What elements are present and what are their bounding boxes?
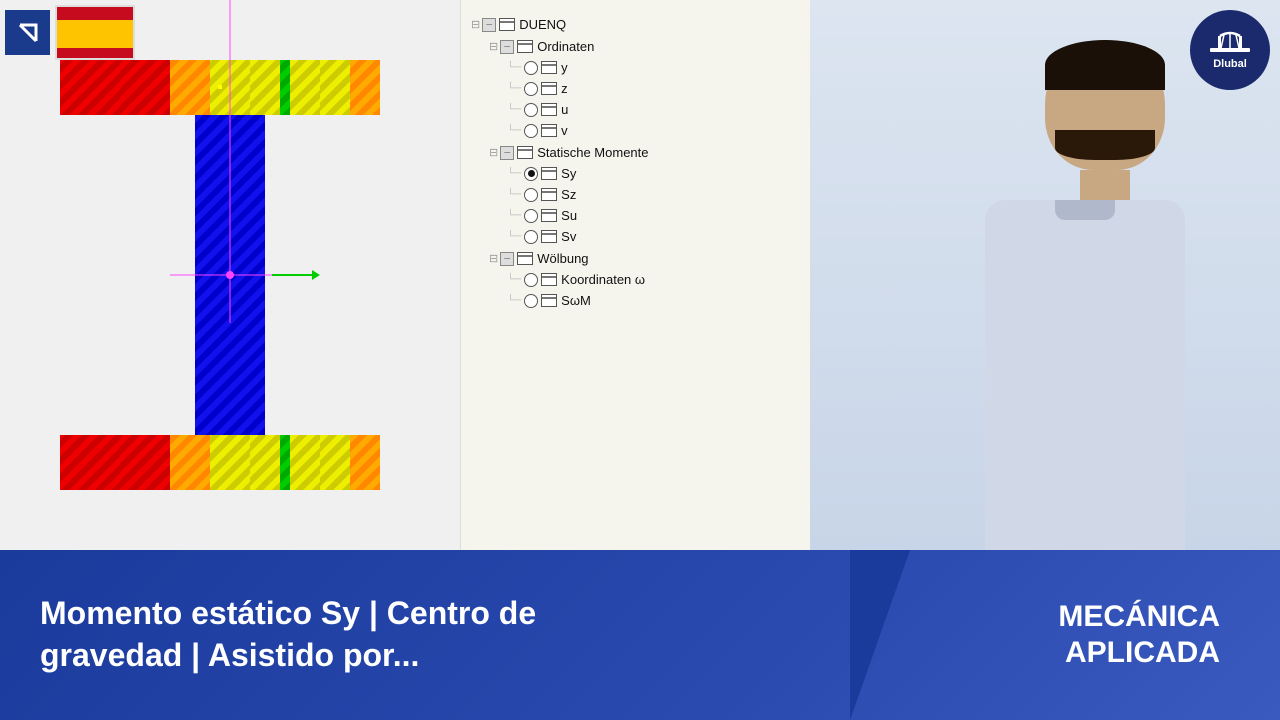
window-icon-duenq <box>499 18 515 31</box>
arrow-down-right-icon <box>14 19 42 47</box>
tree-item-y[interactable]: └─ y <box>471 58 800 77</box>
tree-item-som[interactable]: └─ SωM <box>471 291 800 310</box>
right-arrow <box>272 270 320 280</box>
tree-item-su[interactable]: └─ Su <box>471 206 800 225</box>
flange-seg-red-2 <box>120 60 170 115</box>
bottom-category: MECÁNICA APLICADA <box>1058 599 1220 671</box>
person-silhouette <box>985 40 1185 550</box>
label-y: y <box>561 60 568 75</box>
checkbox-wolbung[interactable]: ─ <box>500 252 514 266</box>
person-panel: Dlubal <box>810 0 1280 550</box>
flange-bot-seg-orange-2 <box>350 435 380 490</box>
ibeam-diagram <box>60 60 400 490</box>
web <box>195 115 265 435</box>
bottom-bar: Momento estático Sy | Centro de gravedad… <box>0 550 1280 720</box>
label-sz: Sz <box>561 187 576 202</box>
center-dot <box>226 271 234 279</box>
bottom-title: Momento estático Sy | Centro de gravedad… <box>40 593 610 676</box>
top-left-controls <box>5 5 135 60</box>
dlubal-text: Dlubal <box>1213 58 1247 70</box>
label-koordinaten: Koordinaten ω <box>561 272 645 287</box>
label-su: Su <box>561 208 577 223</box>
window-icon-z <box>541 82 557 95</box>
tree-item-sy[interactable]: └─ Sy <box>471 164 800 183</box>
bottom-text-area: Momento estático Sy | Centro de gravedad… <box>0 573 650 696</box>
window-icon-ordinaten <box>517 40 533 53</box>
window-icon-sz <box>541 188 557 201</box>
window-icon-koordinaten <box>541 273 557 286</box>
category-line1: MECÁNICA <box>1058 599 1220 635</box>
label-v: v <box>561 123 568 138</box>
flange-bot-seg-green <box>280 435 290 490</box>
ibeam-panel <box>0 0 460 550</box>
flange-bot-seg-yellow-1 <box>210 435 250 490</box>
flange-bot-seg-red-1 <box>60 435 120 490</box>
tree-item-koordinaten[interactable]: └─ Koordinaten ω <box>471 270 800 289</box>
radio-sv[interactable] <box>524 230 538 244</box>
tree-item-z[interactable]: └─ z <box>471 79 800 98</box>
flange-bot-seg-orange <box>170 435 210 490</box>
radio-som[interactable] <box>524 294 538 308</box>
checkbox-duenq[interactable]: ─ <box>482 18 496 32</box>
window-icon-statische <box>517 146 533 159</box>
tree-item-wolbung[interactable]: ⊟ ─ Wölbung <box>471 249 800 268</box>
radio-u[interactable] <box>524 103 538 117</box>
label-duenq: DUENQ <box>519 17 566 32</box>
flange-seg-yellow-4 <box>320 60 350 115</box>
radio-su[interactable] <box>524 209 538 223</box>
radio-sy[interactable] <box>524 167 538 181</box>
flange-bot-seg-yellow-3 <box>290 435 320 490</box>
window-icon-sv <box>541 230 557 243</box>
label-u: u <box>561 102 568 117</box>
window-icon-su <box>541 209 557 222</box>
dlubal-logo: Dlubal <box>1190 10 1270 90</box>
category-line2: APLICADA <box>1058 635 1220 671</box>
tree-item-ordinaten[interactable]: ⊟ ─ Ordinaten <box>471 37 800 56</box>
flange-seg-red-1 <box>60 60 120 115</box>
radio-v[interactable] <box>524 124 538 138</box>
label-som: SωM <box>561 293 591 308</box>
window-icon-sy <box>541 167 557 180</box>
label-wolbung: Wölbung <box>537 251 588 266</box>
radio-sz[interactable] <box>524 188 538 202</box>
tree-item-duenq[interactable]: ⊟ ─ DUENQ <box>471 15 800 34</box>
flange-seg-green <box>280 60 290 115</box>
tree-item-sv[interactable]: └─ Sv <box>471 227 800 246</box>
window-icon-y <box>541 61 557 74</box>
bottom-right-area: MECÁNICA APLICADA <box>650 599 1280 671</box>
web-container <box>195 115 265 435</box>
flange-bot-seg-yellow-4 <box>320 435 350 490</box>
checkbox-statische[interactable]: ─ <box>500 146 514 160</box>
flange-bot-seg-red-2 <box>120 435 170 490</box>
checkbox-ordinaten[interactable]: ─ <box>500 40 514 54</box>
label-ordinaten: Ordinaten <box>537 39 594 54</box>
dlubal-bridge-icon <box>1210 30 1250 55</box>
tree-item-v[interactable]: └─ v <box>471 121 800 140</box>
flange-seg-orange <box>170 60 210 115</box>
bottom-flange <box>60 435 400 490</box>
diagonal-separator <box>850 550 910 720</box>
label-z: z <box>561 81 568 96</box>
window-icon-v <box>541 124 557 137</box>
label-statische: Statische Momente <box>537 145 648 160</box>
tree-panel: ⊟ ─ DUENQ ⊟ ─ Ordinaten └─ y └─ <box>460 0 810 550</box>
label-sy: Sy <box>561 166 576 181</box>
window-icon-som <box>541 294 557 307</box>
spain-flag <box>55 5 135 60</box>
flange-seg-yellow-3 <box>290 60 320 115</box>
window-icon-u <box>541 103 557 116</box>
flange-seg-yellow-2 <box>250 60 280 115</box>
label-sv: Sv <box>561 229 576 244</box>
main-area: ⊟ ─ DUENQ ⊟ ─ Ordinaten └─ y └─ <box>0 0 1280 550</box>
radio-koordinaten[interactable] <box>524 273 538 287</box>
tree-item-statische[interactable]: ⊟ ─ Statische Momente <box>471 143 800 162</box>
radio-y[interactable] <box>524 61 538 75</box>
radio-z[interactable] <box>524 82 538 96</box>
window-icon-wolbung <box>517 252 533 265</box>
arrow-button[interactable] <box>5 10 50 55</box>
flange-seg-orange-2 <box>350 60 380 115</box>
tree-item-u[interactable]: └─ u <box>471 100 800 119</box>
tree-item-sz[interactable]: └─ Sz <box>471 185 800 204</box>
flange-bot-seg-yellow-2 <box>250 435 280 490</box>
